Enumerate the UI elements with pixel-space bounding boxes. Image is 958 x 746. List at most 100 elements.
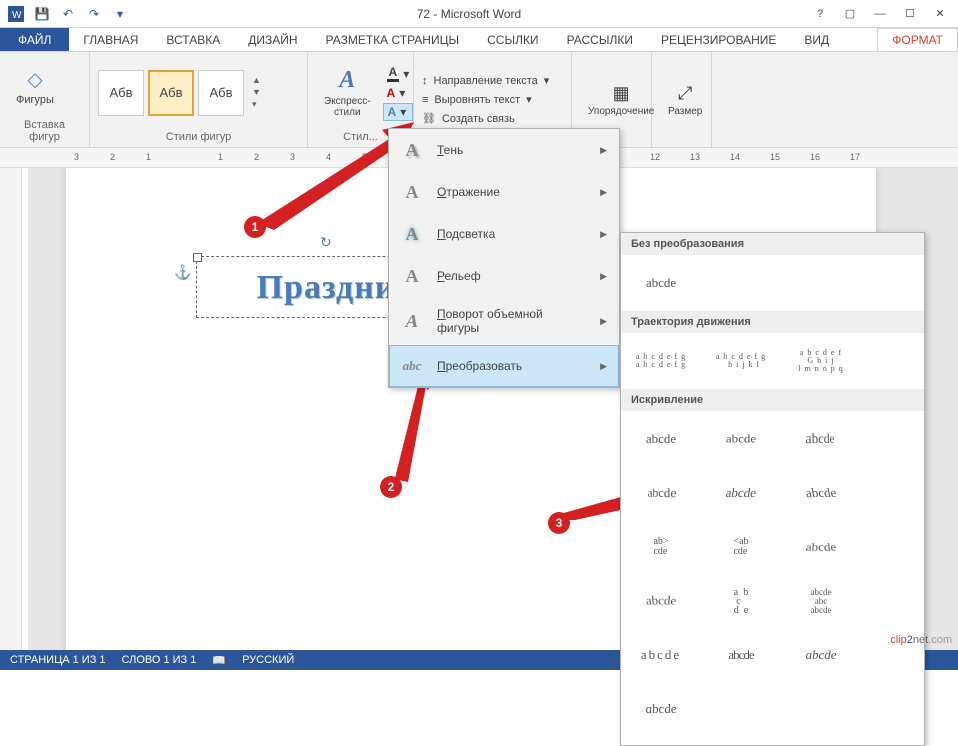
redo-icon[interactable]: ↷ [82,2,106,26]
style-more-icon[interactable]: ▾ [252,99,261,110]
arrange-icon: ▦ [613,83,630,104]
tab-insert[interactable]: ВСТАВКА [152,28,234,51]
preset-warp-10[interactable]: abcde [628,582,694,615]
undo-icon[interactable]: ↶ [56,2,80,26]
menu-bevel[interactable]: A Рельеф ▶ [389,255,619,297]
preset-path-arch-up[interactable]: a b c d e f ga b c d e f g [633,343,689,379]
text-effects-menu: A Тень ▶ A Отражение ▶ A Подсветка ▶ A Р… [388,128,620,388]
transform-panel: Без преобразования abcde Траектория движ… [620,232,925,746]
tab-format[interactable]: ФОРМАТ [877,28,958,51]
chevron-right-icon: ▶ [600,271,607,282]
rotation-3d-icon: A [399,310,426,332]
chevron-right-icon: ▶ [600,145,607,156]
menu-3d-rotation[interactable]: A Поворот объемной фигуры ▶ [389,297,619,345]
menu-shadow[interactable]: A Тень ▶ [389,129,619,171]
status-page[interactable]: СТРАНИЦА 1 ИЗ 1 [10,654,106,666]
preset-warp-7[interactable]: ab>cde [633,529,689,565]
tab-review[interactable]: РЕЦЕНЗИРОВАНИЕ [647,28,790,51]
preset-none[interactable]: abcde [633,265,689,301]
window-title: 72 - Microsoft Word [132,7,806,21]
quick-access-toolbar: W 💾 ↶ ↷ ▾ [0,2,132,26]
ribbon-options-icon[interactable]: ▢ [836,4,864,24]
style-scroll-down-icon[interactable]: ▼ [252,87,261,97]
express-styles-button[interactable]: A Экспресс- стили [316,63,379,122]
chevron-right-icon: ▶ [600,229,607,240]
tab-home[interactable]: ГЛАВНАЯ [69,28,152,51]
shape-style-2[interactable]: Абв [148,70,194,116]
rotate-handle-icon[interactable]: ↻ [320,234,332,251]
text-effects-button[interactable]: A▾ [383,103,414,121]
shape-style-3[interactable]: Абв [198,70,244,116]
shapes-button[interactable]: ◇ Фигуры [8,63,62,110]
preset-warp-13[interactable]: abcde [633,637,689,673]
glow-icon: A [401,223,423,245]
preset-warp-2[interactable]: abcde [713,424,769,455]
menu-transform[interactable]: abc Преобразовать ▶ [389,345,619,387]
vertical-ruler[interactable] [0,168,22,650]
section-no-transform: Без преобразования [621,233,924,255]
tab-mailings[interactable]: РАССЫЛКИ [553,28,647,51]
preset-warp-16[interactable]: abcde [630,691,691,727]
preset-warp-1[interactable]: abcde [633,421,689,457]
preset-warp-12[interactable]: abcdeabcabcde [793,583,849,619]
chevron-right-icon: ▶ [600,361,607,372]
align-icon: ≡ [422,94,428,106]
ribbon-tabs: ФАЙЛ ГЛАВНАЯ ВСТАВКА ДИЗАЙН РАЗМЕТКА СТР… [0,28,958,52]
preset-warp-9[interactable]: abcde [788,533,854,566]
tab-layout[interactable]: РАЗМЕТКА СТРАНИЦЫ [312,28,474,51]
link-icon: ⛓ [422,112,436,125]
preset-warp-14[interactable]: abcde [713,637,769,673]
watermark: clip2net.com [890,634,952,646]
text-outline-button[interactable]: A▾ [383,85,414,101]
wordart-a-icon: A [339,67,355,94]
menu-glow[interactable]: A Подсветка ▶ [389,213,619,255]
chevron-right-icon: ▶ [600,316,607,327]
preset-warp-8[interactable]: <abcde [713,529,769,565]
shape-style-1[interactable]: Абв [98,70,144,116]
align-text-button[interactable]: ≡Выровнять текст ▾ [422,92,532,107]
anchor-icon: ⚓ [174,264,191,281]
status-language[interactable]: РУССКИЙ [242,654,294,666]
window-controls: ? ▢ — ☐ ✕ [806,4,958,24]
qat-more-icon[interactable]: ▾ [108,2,132,26]
tab-design[interactable]: ДИЗАЙН [234,28,311,51]
group-insert-shapes: ◇ Фигуры Вставка фигур [0,52,90,147]
style-scroll-up-icon[interactable]: ▲ [252,75,261,85]
preset-warp-5[interactable]: abcde [710,475,772,511]
status-words[interactable]: СЛОВО 1 ИЗ 1 [122,654,197,666]
word-icon[interactable]: W [4,2,28,26]
file-tab[interactable]: ФАЙЛ [0,28,69,51]
callout-3: 3 [548,512,570,534]
text-fill-button[interactable]: A▾ [383,64,414,83]
preset-path-circle[interactable]: a b c d e fG h i jl m n o p q [793,343,849,379]
preset-path-arch-down[interactable]: a b c d e f g h i j k l [713,343,769,379]
arrange-button[interactable]: ▦Упорядочение [580,79,662,121]
maximize-icon[interactable]: ☐ [896,4,924,24]
preset-warp-4[interactable]: abcde [638,472,692,514]
preset-warp-3[interactable]: abcde [790,418,844,460]
status-proofing-icon[interactable]: 📖 [212,654,226,667]
preset-warp-15[interactable]: abcde [793,637,849,673]
callout-1: 1 [244,216,266,238]
section-warp: Искривление [621,389,924,411]
chevron-right-icon: ▶ [600,187,607,198]
preset-warp-11[interactable]: a b cd e [713,583,769,619]
section-follow-path: Траектория движения [621,311,924,333]
menu-reflection[interactable]: A Отражение ▶ [389,171,619,213]
reflection-icon: A [401,181,423,203]
preset-warp-6[interactable]: abcde [790,475,852,511]
title-bar: W 💾 ↶ ↷ ▾ 72 - Microsoft Word ? ▢ — ☐ ✕ [0,0,958,28]
shapes-icon: ◇ [27,67,42,92]
minimize-icon[interactable]: — [866,4,894,24]
tab-references[interactable]: ССЫЛКИ [473,28,552,51]
svg-text:W: W [12,10,22,21]
save-icon[interactable]: 💾 [30,2,54,26]
text-direction-button[interactable]: ↕Направление текста ▾ [422,73,549,88]
direction-icon: ↕ [422,75,428,87]
size-icon: ⤢ [678,83,692,104]
help-icon[interactable]: ? [806,4,834,24]
size-button[interactable]: ⤢Размер [660,79,710,121]
create-link-button[interactable]: ⛓Создать связь [422,111,515,126]
close-icon[interactable]: ✕ [926,4,954,24]
tab-view[interactable]: ВИД [790,28,843,51]
